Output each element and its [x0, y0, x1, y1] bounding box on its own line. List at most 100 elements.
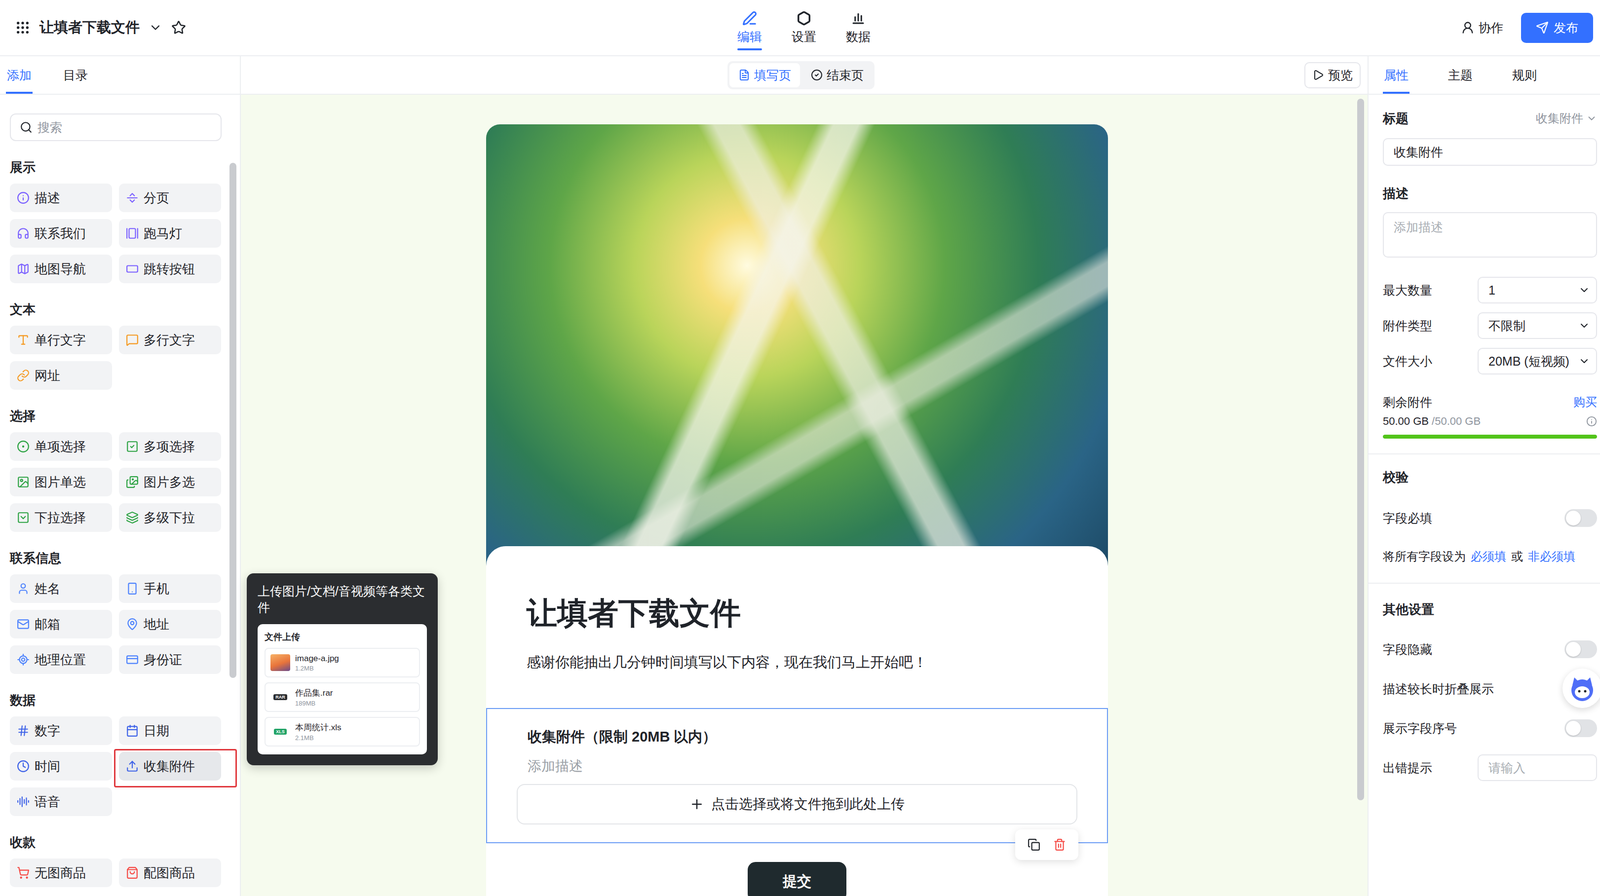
title-menu-button[interactable]: [148, 20, 163, 35]
component-item[interactable]: 网址: [9, 361, 113, 390]
component-item[interactable]: 地址: [118, 609, 222, 639]
file-thumbnail: XLS: [270, 723, 291, 741]
component-item[interactable]: 图片多选: [118, 467, 222, 497]
right-tab[interactable]: 属性: [1382, 56, 1410, 94]
component-item[interactable]: 地理位置: [9, 645, 113, 675]
setting-switch[interactable]: [1564, 640, 1598, 659]
setting-switch[interactable]: [1564, 719, 1598, 738]
data-chart-icon: [850, 10, 866, 26]
component-item[interactable]: 无图商品: [9, 858, 113, 888]
left-tab[interactable]: 添加: [5, 56, 33, 94]
canvas-scrollbar[interactable]: [1353, 94, 1368, 896]
set-required-link[interactable]: 必须填: [1470, 548, 1507, 565]
component-tooltip: 上传图片/文档/音视频等各类文件文件上传image-a.jpg1.2MBRAR作…: [246, 573, 438, 766]
section-title: 文本: [9, 300, 222, 319]
form-description[interactable]: 感谢你能抽出几分钟时间填写以下内容，现在我们马上开始吧！: [526, 653, 1068, 673]
buy-link[interactable]: 购买: [1573, 393, 1598, 412]
component-item[interactable]: 下拉选择: [9, 503, 113, 533]
component-item[interactable]: 多项选择: [118, 432, 222, 461]
component-item[interactable]: 单行文字: [9, 325, 113, 355]
apps-button[interactable]: [14, 19, 31, 36]
required-switch[interactable]: [1564, 509, 1598, 528]
left-tabs: 添加目录: [0, 56, 240, 95]
mode-tab[interactable]: 数据: [832, 0, 885, 56]
description-label: 描述: [1382, 184, 1409, 203]
upload-button[interactable]: 点击选择或将文件拖到此处上传: [516, 784, 1078, 825]
mode-tab[interactable]: 编辑: [723, 0, 776, 56]
component-item[interactable]: 手机: [118, 574, 222, 604]
send-icon: [1535, 21, 1549, 35]
select-box[interactable]: 1: [1477, 276, 1598, 304]
properties-panel: 属性主题规则标题收集附件收集附件描述添加描述最大数量1附件类型不限制文件大小20…: [1367, 56, 1600, 896]
component-icon: [125, 582, 139, 596]
publish-button[interactable]: 发布: [1521, 12, 1594, 43]
switch-label: 字段必填: [1382, 510, 1433, 527]
component-item[interactable]: 跑马灯: [118, 219, 222, 248]
title-input[interactable]: 收集附件: [1382, 138, 1598, 166]
star-button[interactable]: [171, 20, 187, 36]
set-optional-link[interactable]: 非必须填: [1527, 548, 1576, 565]
select-box[interactable]: 不限制: [1477, 312, 1598, 340]
component-icon: [125, 333, 139, 347]
field-title[interactable]: 收集附件（限制 20MB 以内）: [516, 726, 1078, 747]
component-item[interactable]: 身份证: [118, 645, 222, 675]
component-item[interactable]: 收集附件: [118, 752, 222, 781]
page-tab[interactable]: 结束页: [801, 63, 873, 88]
component-item[interactable]: 姓名: [9, 574, 113, 604]
error-hint-input[interactable]: 请输入: [1477, 754, 1598, 782]
component-grid: 描述分页联系我们跑马灯地图导航跳转按钮: [9, 183, 222, 284]
component-item[interactable]: 配图商品: [118, 858, 222, 888]
select-box[interactable]: 20MB (短视频): [1477, 347, 1598, 375]
left-tab[interactable]: 目录: [62, 56, 89, 94]
component-item[interactable]: 邮箱: [9, 609, 113, 639]
component-item[interactable]: 联系我们: [9, 219, 113, 248]
left-scrollbar[interactable]: [225, 94, 240, 896]
play-icon: [1312, 69, 1325, 81]
component-item[interactable]: 日期: [118, 716, 222, 746]
right-tab[interactable]: 规则: [1511, 56, 1538, 94]
form-heading[interactable]: 让填者下载文件: [526, 593, 1068, 634]
info-icon[interactable]: [1586, 416, 1598, 427]
validation-title: 校验: [1382, 468, 1409, 487]
description-input[interactable]: 添加描述: [1382, 212, 1598, 258]
component-item[interactable]: 单项选择: [9, 432, 113, 461]
copy-button[interactable]: [1027, 838, 1041, 852]
submit-button[interactable]: 提交: [747, 862, 847, 896]
divider: [1368, 453, 1600, 455]
page-tab[interactable]: 填写页: [729, 63, 800, 88]
setting-switch-row: 展示字段序号: [1382, 715, 1598, 742]
field-type-picker[interactable]: 收集附件: [1535, 109, 1598, 128]
switch-label: 描述较长时折叠展示: [1382, 681, 1494, 698]
title-label-row: 标题收集附件: [1382, 109, 1598, 128]
component-item[interactable]: 图片单选: [9, 467, 113, 497]
assistant-button[interactable]: [1562, 668, 1600, 709]
delete-button[interactable]: [1053, 838, 1067, 852]
mode-tab[interactable]: 设置: [777, 0, 831, 56]
component-item[interactable]: 语音: [9, 787, 113, 817]
attachment-field[interactable]: 收集附件（限制 20MB 以内） 添加描述点击选择或将文件拖到此处上传: [486, 708, 1108, 844]
error-hint-label: 出错提示: [1382, 760, 1478, 777]
component-item[interactable]: 跳转按钮: [118, 254, 222, 284]
settings-icon: [796, 10, 812, 26]
apps-grid-icon: [14, 19, 31, 36]
preview-button[interactable]: 预览: [1304, 62, 1361, 89]
bulk-label: 将所有字段设为: [1382, 548, 1466, 565]
upload-preview: 文件上传image-a.jpg1.2MBRAR作品集.rar189MBXLS本周…: [257, 624, 427, 755]
component-item[interactable]: 时间: [9, 752, 113, 781]
divider: [1368, 582, 1600, 584]
collab-button[interactable]: 协作: [1457, 15, 1507, 40]
search-input[interactable]: 搜索: [9, 113, 222, 142]
component-item[interactable]: 多行文字: [118, 325, 222, 355]
component-item[interactable]: 数字: [9, 716, 113, 746]
storage-bar-fill: [1382, 434, 1598, 439]
section-title: 收款: [9, 833, 222, 852]
component-item[interactable]: 描述: [9, 183, 113, 213]
component-item[interactable]: 多级下拉: [118, 503, 222, 533]
section-title: 选择: [9, 407, 222, 425]
field-description[interactable]: 添加描述: [516, 756, 1078, 777]
section-title: 数据: [9, 691, 222, 710]
component-icon: [125, 475, 139, 489]
component-item[interactable]: 分页: [118, 183, 222, 213]
component-item[interactable]: 地图导航: [9, 254, 113, 284]
right-tab[interactable]: 主题: [1447, 56, 1474, 94]
